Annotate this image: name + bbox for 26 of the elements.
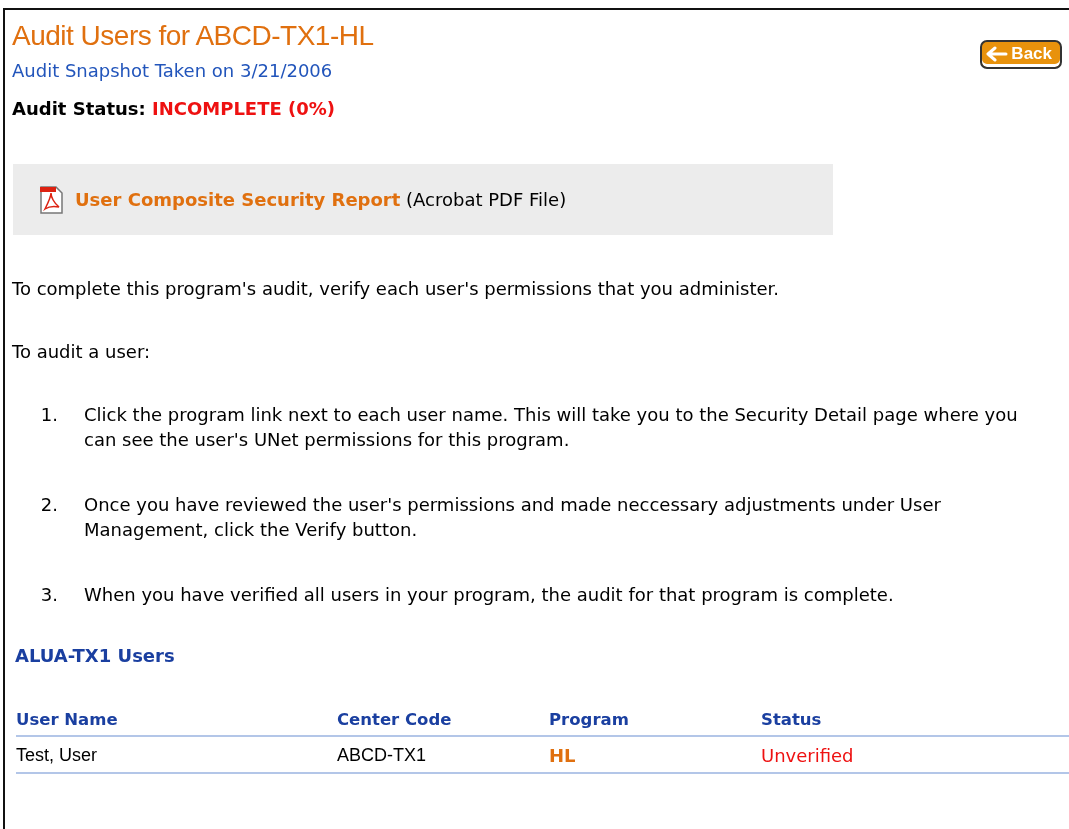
step-text: When you have verified all users in your program, the audit for that program is complete. [84,583,895,607]
step-text: Click the program link next to each user name. This will take you to the Security Detail page where you can see the user's UNet permissions for this program. [84,403,1019,452]
step-text: Once you have reviewed the user's permissions and made neccessary adjustments under User Management, click the Verify button. [84,493,942,542]
step-number: 1. [39,403,59,427]
column-header: User Name [16,710,337,736]
column-header: Status [761,710,1069,736]
left-arrow-icon [986,46,1009,62]
step-number: 3. [39,583,59,607]
back-button[interactable]: Back [980,40,1062,69]
column-header: Program [549,710,761,736]
page-title: Audit Users for ABCD-TX1-HL [12,20,374,52]
intro-text: To complete this program's audit, verify each user's permissions that you administer. [12,277,781,301]
status-value: INCOMPLETE (0%) [152,98,335,119]
steps-heading: To audit a user: [12,340,152,364]
status-cell: Unverified [761,736,1069,773]
file-type-note: (Acrobat PDF File) [406,189,567,210]
report-link[interactable]: User Composite Security Report [75,189,401,210]
program-link[interactable]: HL [549,745,576,766]
column-header: Center Code [337,710,549,736]
center-code-cell: ABCD-TX1 [337,736,549,773]
status-label: Audit Status: [12,98,146,119]
user-name-cell: Test, User [16,736,337,773]
pdf-icon [37,184,65,215]
section-title: ALUA-TX1 Users [15,645,176,666]
step-number: 2. [39,493,59,517]
snapshot-date: Audit Snapshot Taken on 3/21/2006 [12,60,334,81]
